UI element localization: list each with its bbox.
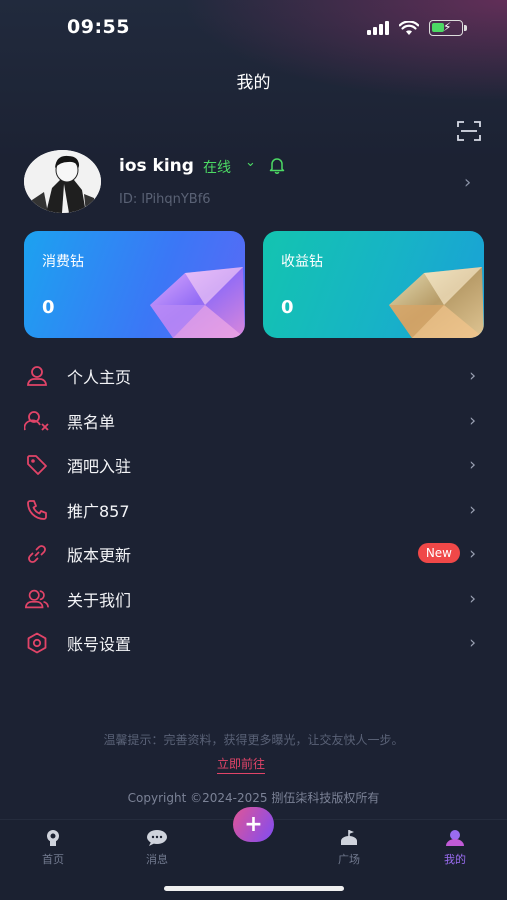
cellular-signal-icon <box>367 21 389 35</box>
tab-messages[interactable]: 消息 <box>127 829 187 867</box>
status-icons: ⚡ <box>367 20 467 36</box>
user-id: ID: lPihqnYBf6 <box>119 192 211 207</box>
page-title: 我的 <box>236 73 271 93</box>
tab-label: 消息 <box>146 853 168 866</box>
bell-icon[interactable] <box>268 156 286 174</box>
card-value: 0 <box>42 297 55 318</box>
copyright: Copyright ©2024-2025 捌伍柒科技版权所有 <box>127 791 380 805</box>
battery-icon: ⚡ <box>429 20 467 36</box>
phone-icon <box>24 497 50 523</box>
create-post-button[interactable]: + <box>233 807 274 842</box>
menu-item-about-us[interactable]: 关于我们 › <box>24 577 484 622</box>
new-badge: New <box>417 543 460 563</box>
online-status[interactable]: 在线 <box>203 157 231 177</box>
chevron-right-icon: › <box>469 588 476 609</box>
chevron-down-icon[interactable]: ⌄ <box>245 155 256 170</box>
home-icon <box>23 829 83 847</box>
plaza-icon <box>319 829 379 847</box>
chevron-right-icon: › <box>469 410 476 431</box>
tab-label: 我的 <box>444 853 466 866</box>
tab-label: 广场 <box>338 853 360 866</box>
tab-square[interactable]: 广场 <box>319 829 379 867</box>
wallet-cards: 消费钻 0 收益钻 0 <box>24 231 484 338</box>
settings-hexagon-icon <box>24 630 50 656</box>
menu-label: 账号设置 <box>67 635 132 655</box>
chevron-right-icon: › <box>469 455 476 475</box>
menu-item-version-update[interactable]: 版本更新 New › <box>24 532 484 577</box>
group-icon <box>24 586 50 612</box>
chat-bubble-icon <box>127 829 187 847</box>
tab-label: 首页 <box>42 853 64 866</box>
menu-item-account-settings[interactable]: 账号设置 › <box>24 621 484 666</box>
card-value: 0 <box>281 297 294 318</box>
person-icon <box>24 363 50 389</box>
home-indicator <box>164 886 344 891</box>
card-label: 收益钻 <box>281 254 323 270</box>
chevron-right-icon: › <box>469 366 476 386</box>
income-diamond-card[interactable]: 收益钻 0 <box>263 231 484 338</box>
diamond-icon <box>150 267 245 338</box>
menu-label: 版本更新 <box>67 546 132 566</box>
block-user-icon <box>24 408 50 434</box>
status-time: 09:55 <box>67 16 130 38</box>
menu-item-blacklist[interactable]: 黑名单 › <box>24 399 484 444</box>
profile-card[interactable]: ios king 在线 ⌄ ID: lPihqnYBf6 › <box>24 150 484 214</box>
chevron-right-icon: › <box>469 633 476 653</box>
tab-me[interactable]: 我的 <box>425 829 485 867</box>
username: ios king <box>119 156 194 176</box>
menu-item-profile[interactable]: 个人主页 › <box>24 354 484 399</box>
diamond-icon <box>389 267 484 338</box>
chevron-right-icon: › <box>469 544 476 564</box>
profile-tip: 温馨提示：完善资料，获得更多曝光，让交友快人一步。 <box>103 733 404 747</box>
scan-icon[interactable] <box>457 120 481 142</box>
menu-item-bar-join[interactable]: 酒吧入驻 › <box>24 443 484 488</box>
spend-diamond-card[interactable]: 消费钻 0 <box>24 231 245 338</box>
link-icon <box>24 541 50 567</box>
wifi-icon <box>399 20 419 35</box>
profile-tab-icon <box>425 829 485 847</box>
menu-item-promote[interactable]: 推广857 › <box>24 488 484 533</box>
avatar-illustration <box>24 150 101 213</box>
menu-label: 推广857 <box>67 501 130 521</box>
menu-label: 黑名单 <box>67 412 116 432</box>
chevron-right-icon[interactable]: › <box>464 172 471 193</box>
avatar[interactable] <box>24 150 101 213</box>
menu-label: 个人主页 <box>67 368 132 388</box>
tab-home[interactable]: 首页 <box>23 829 83 867</box>
chevron-right-icon: › <box>469 499 476 520</box>
goto-link[interactable]: 立即前往 <box>217 755 266 774</box>
status-bar: 09:55 ⚡ <box>0 0 507 58</box>
settings-menu: 个人主页 › 黑名单 › 酒吧入驻 › 推广857 › 版本更新 New › 关… <box>24 354 484 666</box>
card-label: 消费钻 <box>42 254 84 270</box>
menu-label: 酒吧入驻 <box>67 457 132 477</box>
menu-label: 关于我们 <box>67 590 132 610</box>
tag-icon <box>24 452 50 478</box>
